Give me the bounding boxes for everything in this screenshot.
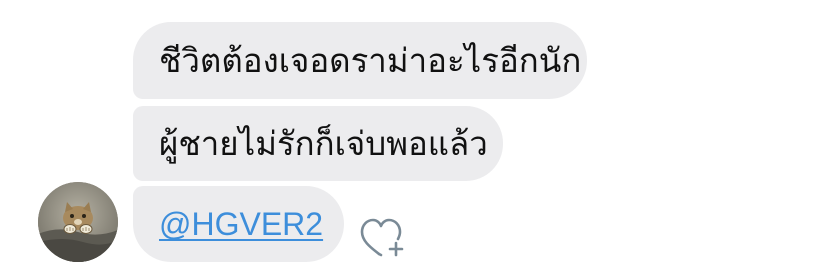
message-text: ผู้ชายไม่รักก็เจ่บพอแล้ว	[159, 124, 488, 163]
chat-thread: ชีวิตต้องเจอดราม่าอะไรอีกนัก ผู้ชายไม่รั…	[0, 0, 828, 275]
message-bubble[interactable]: ชีวิตต้องเจอดราม่าอะไรอีกนัก	[133, 22, 587, 99]
heart-plus-icon	[360, 218, 404, 257]
message-bubble[interactable]: ผู้ชายไม่รักก็เจ่บพอแล้ว	[133, 106, 503, 181]
mention-link[interactable]: @HGVER2	[159, 208, 323, 240]
message-text: ชีวิตต้องเจอดราม่าอะไรอีกนัก	[159, 41, 582, 80]
cat-avatar-icon	[38, 182, 118, 262]
react-button[interactable]	[359, 215, 405, 259]
message-bubble[interactable]: @HGVER2	[133, 186, 344, 262]
avatar[interactable]	[38, 182, 118, 262]
